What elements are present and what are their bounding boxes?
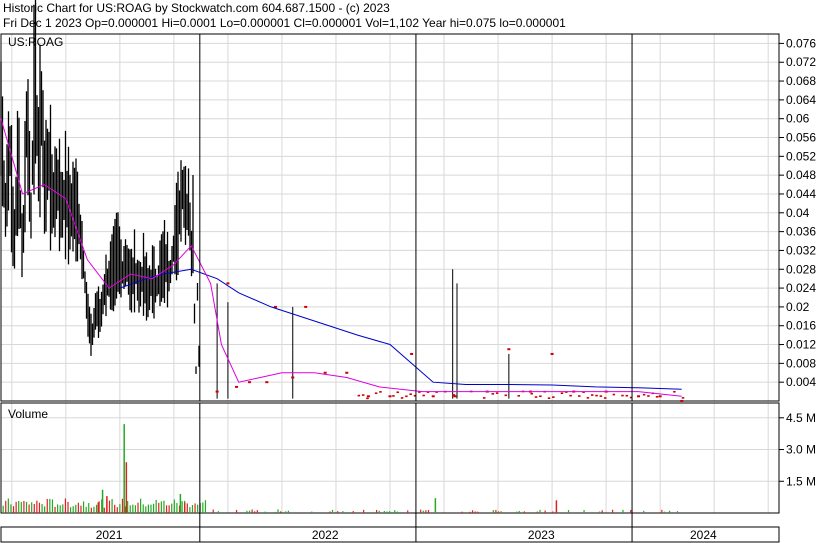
red-price-mark bbox=[392, 395, 395, 397]
red-price-mark bbox=[550, 352, 554, 355]
red-price-mark bbox=[655, 396, 659, 398]
red-price-mark bbox=[291, 376, 295, 379]
price-tick-label: 0.024 bbox=[786, 281, 816, 295]
red-price-mark bbox=[586, 397, 590, 399]
red-price-mark bbox=[431, 395, 435, 398]
red-price-mark bbox=[366, 397, 369, 400]
red-price-mark bbox=[405, 395, 408, 398]
stock-chart: US:ROAG Volume 0.0040.0080.0120.0160.020… bbox=[0, 0, 816, 543]
price-tick-label: 0.044 bbox=[786, 187, 816, 201]
red-price-mark bbox=[361, 394, 365, 396]
red-price-mark bbox=[599, 395, 603, 397]
price-tick-label: 0.036 bbox=[786, 225, 816, 239]
price-tick-label: 0.072 bbox=[786, 55, 816, 69]
red-price-mark bbox=[552, 396, 555, 398]
red-price-mark bbox=[647, 395, 650, 397]
red-price-mark bbox=[658, 395, 662, 398]
red-price-mark bbox=[366, 395, 370, 398]
red-price-mark bbox=[452, 394, 456, 396]
price-tick-label: 0.012 bbox=[786, 338, 816, 352]
year-label: 2022 bbox=[312, 528, 339, 542]
red-price-mark bbox=[673, 390, 676, 393]
price-tick-label: 0.02 bbox=[786, 300, 810, 314]
price-tick-label: 0.064 bbox=[786, 93, 816, 107]
red-price-mark bbox=[345, 371, 349, 374]
red-price-mark bbox=[504, 394, 508, 397]
red-price-mark bbox=[495, 392, 499, 394]
red-price-mark bbox=[410, 352, 414, 355]
red-price-mark bbox=[265, 381, 269, 384]
price-tick-label: 0.04 bbox=[786, 206, 810, 220]
price-tick-label: 0.016 bbox=[786, 319, 816, 333]
moving-average-short-line bbox=[0, 118, 682, 397]
volume-grid bbox=[1, 403, 779, 513]
red-price-mark bbox=[680, 400, 684, 402]
volume-panel-label: Volume bbox=[8, 407, 48, 421]
price-tick-label: 0.004 bbox=[786, 375, 816, 389]
red-price-mark bbox=[379, 391, 382, 393]
red-price-mark bbox=[409, 393, 412, 396]
red-price-mark bbox=[304, 305, 308, 308]
red-price-mark bbox=[642, 393, 646, 396]
red-price-mark bbox=[621, 394, 624, 397]
red-price-mark bbox=[215, 390, 219, 393]
red-price-mark bbox=[569, 394, 572, 397]
volume-tick-label: 4.5 M bbox=[786, 411, 816, 425]
red-price-mark bbox=[226, 282, 230, 285]
red-price-mark bbox=[517, 395, 521, 397]
red-price-mark bbox=[603, 397, 607, 399]
price-tick-label: 0.048 bbox=[786, 168, 816, 182]
red-price-mark bbox=[539, 395, 542, 398]
red-price-mark bbox=[482, 397, 486, 399]
price-tick-label: 0.076 bbox=[786, 36, 816, 50]
year-label: 2021 bbox=[96, 528, 123, 542]
red-price-mark bbox=[612, 393, 616, 396]
year-label: 2023 bbox=[528, 528, 555, 542]
red-price-mark bbox=[590, 394, 594, 396]
red-price-mark bbox=[530, 392, 533, 395]
red-price-mark bbox=[374, 392, 378, 395]
red-price-mark bbox=[560, 392, 564, 395]
red-price-mark bbox=[388, 395, 392, 398]
price-tick-label: 0.028 bbox=[786, 262, 816, 276]
price-tick-label: 0.008 bbox=[786, 356, 816, 370]
red-price-mark bbox=[235, 385, 239, 388]
red-price-mark bbox=[396, 391, 399, 394]
red-price-mark bbox=[595, 394, 598, 397]
red-price-mark bbox=[357, 394, 361, 397]
red-price-mark bbox=[323, 371, 327, 374]
red-price-mark bbox=[422, 394, 425, 397]
price-tick-label: 0.068 bbox=[786, 74, 816, 88]
price-tick-label: 0.032 bbox=[786, 243, 816, 257]
red-price-mark bbox=[625, 394, 629, 397]
red-price-mark bbox=[248, 381, 252, 384]
volume-tick-label: 3.0 M bbox=[786, 443, 816, 457]
red-price-mark bbox=[547, 397, 551, 399]
red-price-mark bbox=[681, 397, 685, 399]
price-tick-label: 0.052 bbox=[786, 149, 816, 163]
volume-tick-label: 1.5 M bbox=[786, 474, 816, 488]
red-price-mark bbox=[507, 348, 511, 351]
year-label: 2024 bbox=[690, 528, 717, 542]
red-price-mark bbox=[637, 395, 641, 398]
red-price-mark bbox=[534, 396, 538, 398]
price-tick-label: 0.056 bbox=[786, 131, 816, 145]
red-price-mark bbox=[400, 397, 404, 399]
moving-average-long-line bbox=[119, 268, 682, 390]
red-price-mark bbox=[578, 395, 581, 397]
red-price-mark bbox=[491, 393, 495, 395]
price-tick-label: 0.06 bbox=[786, 112, 810, 126]
